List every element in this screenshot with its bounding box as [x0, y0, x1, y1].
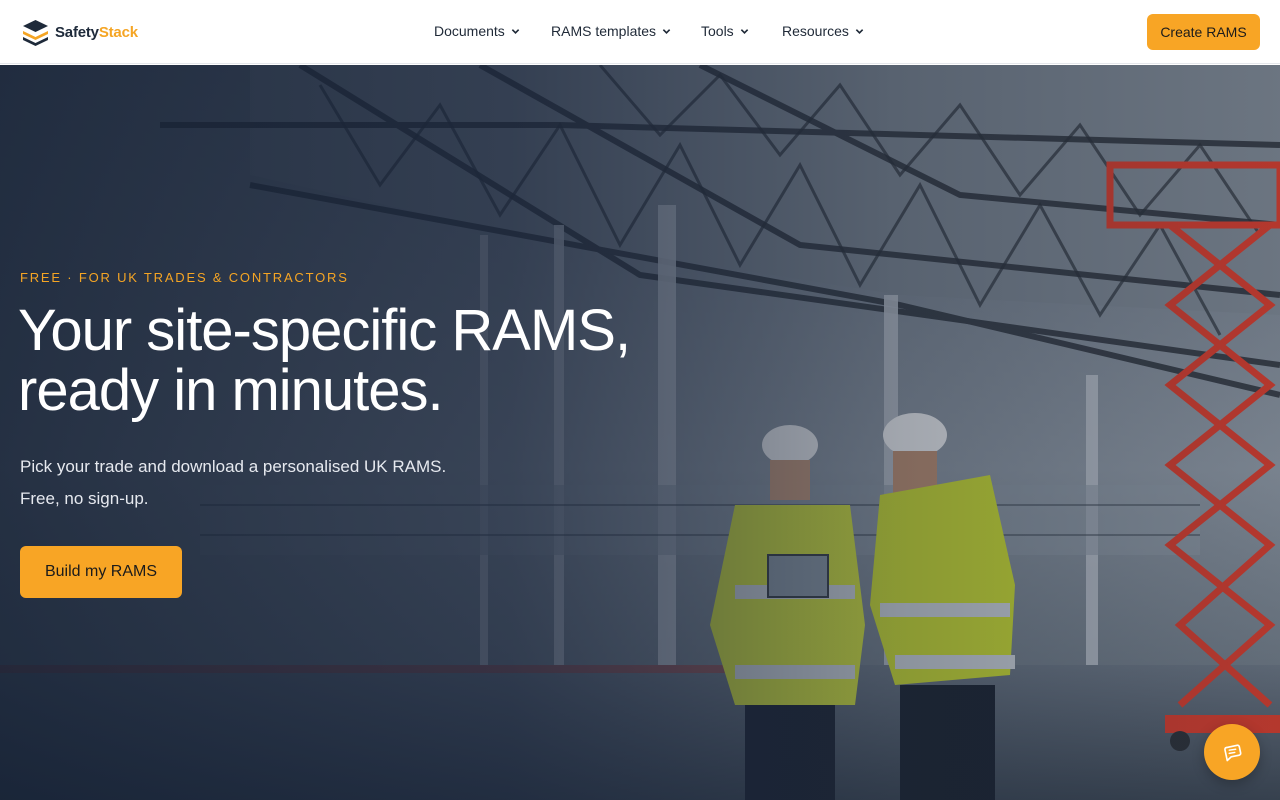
nav-tools-label: Tools: [701, 23, 734, 39]
subtext-line-1: Pick your trade and download a personali…: [20, 457, 447, 476]
logo[interactable]: SafetyStack: [22, 18, 138, 46]
headline-line-1: Your site-specific RAMS,: [18, 298, 631, 363]
chat-icon: [1224, 744, 1242, 762]
nav-documents[interactable]: Documents: [434, 23, 520, 39]
chevron-down-icon: [740, 28, 748, 34]
hero-overlay: [0, 65, 1280, 800]
nav-rams-templates-label: RAMS templates: [551, 23, 657, 39]
nav-rams-templates[interactable]: RAMS templates: [551, 23, 671, 39]
headline-line-2: ready in minutes.: [18, 358, 444, 423]
chevron-down-icon: [511, 28, 520, 34]
nav-resources-label: Resources: [782, 23, 849, 39]
hero-eyebrow: FREE · FOR UK TRADES & CONTRACTORS: [20, 270, 349, 285]
chevron-down-icon: [855, 28, 864, 34]
nav-resources[interactable]: Resources: [782, 23, 864, 39]
nav-documents-label: Documents: [434, 23, 505, 39]
chevron-down-icon: [662, 28, 671, 34]
hero-section: FREE · FOR UK TRADES & CONTRACTORS Your …: [0, 65, 1280, 800]
chat-widget-button[interactable]: [1204, 724, 1260, 780]
site-header: SafetyStack Documents RAMS templates Too…: [0, 0, 1280, 64]
build-my-rams-button[interactable]: Build my RAMS: [20, 546, 182, 598]
logo-text: SafetyStack: [55, 23, 138, 41]
nav-tools[interactable]: Tools: [701, 23, 749, 39]
create-rams-button[interactable]: Create RAMS: [1147, 14, 1260, 50]
logo-icon: [23, 19, 48, 46]
hero-headline: Your site-specific RAMS, ready in minute…: [18, 301, 718, 421]
subtext-line-2: Free, no sign-up.: [20, 489, 149, 508]
hero-subtext: Pick your trade and download a personali…: [20, 451, 540, 515]
